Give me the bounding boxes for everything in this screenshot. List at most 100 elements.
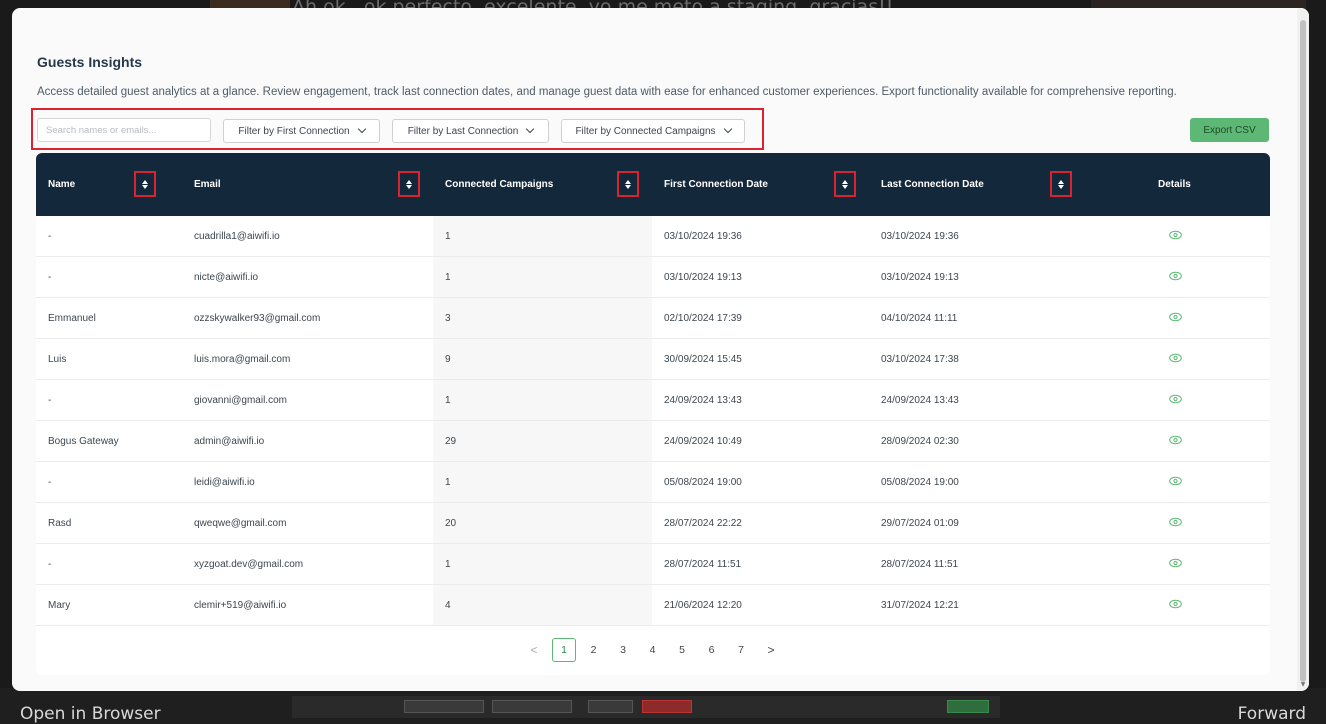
pagination-page-5[interactable]: 5 (670, 638, 694, 662)
cell-first-connection: 28/07/2024 11:51 (664, 559, 742, 570)
background-preview-strip (292, 696, 1000, 718)
export-csv-button[interactable]: Export CSV (1190, 118, 1269, 142)
pagination-page-3[interactable]: 3 (611, 638, 635, 662)
eye-icon[interactable] (1169, 312, 1182, 322)
eye-icon[interactable] (1169, 599, 1182, 609)
eye-icon[interactable] (1169, 230, 1182, 240)
pagination-page-1[interactable]: 1 (552, 638, 576, 662)
pagination-page-6[interactable]: 6 (700, 638, 724, 662)
background-chip (588, 700, 633, 713)
table-row: Rasd qweqwe@gmail.com 20 28/07/2024 22:22 29… (36, 503, 1270, 544)
open-in-browser-link[interactable]: Open in Browser (20, 704, 161, 724)
search-input[interactable] (37, 118, 211, 142)
cell-email: giovanni@gmail.com (194, 395, 287, 406)
column-header-first-connection[interactable]: First Connection Date (664, 179, 768, 190)
forward-link[interactable]: Forward (1238, 704, 1306, 724)
scrollbar-thumb[interactable] (1300, 20, 1306, 682)
cell-last-connection: 03/10/2024 17:38 (881, 354, 959, 365)
chevron-down-icon (723, 124, 732, 134)
cell-first-connection: 24/09/2024 13:43 (664, 395, 742, 406)
cell-name: - (48, 477, 52, 488)
cell-name: - (48, 559, 52, 570)
filter-first-connection-button[interactable]: Filter by First Connection (223, 119, 380, 143)
column-header-campaigns[interactable]: Connected Campaigns (445, 179, 553, 190)
cell-first-connection: 02/10/2024 17:39 (664, 313, 742, 324)
table-row: - xyzgoat.dev@gmail.com 1 28/07/2024 11:51 2… (36, 544, 1270, 585)
sort-last-connection-icon[interactable] (1050, 171, 1072, 197)
cell-campaigns: 29 (445, 436, 457, 447)
cell-last-connection: 28/07/2024 11:51 (881, 559, 959, 570)
cell-email: xyzgoat.dev@gmail.com (194, 559, 304, 570)
eye-icon[interactable] (1169, 394, 1182, 404)
page-title: Guests Insights (37, 54, 143, 70)
cell-campaigns: 20 (445, 518, 457, 529)
cell-email: clemir+519@aiwifi.io (194, 600, 287, 611)
cell-campaigns: 1 (445, 272, 451, 283)
pagination-next-button[interactable]: > (759, 638, 783, 662)
eye-icon[interactable] (1169, 476, 1182, 486)
filter-last-connection-label: Filter by Last Connection (407, 125, 519, 137)
modal-scrollbar[interactable]: ▼ (1297, 8, 1309, 691)
cell-name: Mary (48, 600, 71, 611)
cell-name: Bogus Gateway (48, 436, 119, 447)
cell-last-connection: 04/10/2024 11:11 (881, 313, 958, 324)
column-header-details: Details (1158, 179, 1191, 190)
cell-email: cuadrilla1@aiwifi.io (194, 231, 280, 242)
cell-last-connection: 29/07/2024 01:09 (881, 518, 959, 529)
filter-connected-campaigns-button[interactable]: Filter by Connected Campaigns (561, 119, 745, 143)
column-header-name[interactable]: Name (48, 179, 75, 190)
cell-last-connection: 03/10/2024 19:36 (881, 231, 959, 242)
cell-campaigns: 1 (445, 477, 451, 488)
eye-icon[interactable] (1169, 517, 1182, 527)
column-header-email[interactable]: Email (194, 179, 221, 190)
table-row: - nicte@aiwifi.io 1 03/10/2024 19:13 03/10/2… (36, 257, 1270, 298)
scroll-down-icon[interactable]: ▼ (1299, 681, 1307, 689)
cell-email: qweqwe@gmail.com (194, 518, 287, 529)
cell-name: - (48, 231, 52, 242)
cell-last-connection: 05/08/2024 19:00 (881, 477, 959, 488)
sort-campaigns-icon[interactable] (617, 171, 639, 197)
pagination-page-2[interactable]: 2 (582, 638, 606, 662)
table-row: Mary clemir+519@aiwifi.io 4 21/06/2024 12:2… (36, 585, 1270, 626)
cell-name: - (48, 395, 52, 406)
filter-first-connection-label: Filter by First Connection (238, 125, 350, 137)
sort-name-icon[interactable] (134, 171, 156, 197)
sort-email-icon[interactable] (398, 171, 420, 197)
cell-first-connection: 03/10/2024 19:13 (664, 272, 742, 283)
cell-last-connection: 31/07/2024 12:21 (881, 600, 959, 611)
cell-campaigns: 9 (445, 354, 451, 365)
eye-icon[interactable] (1169, 271, 1182, 281)
sort-first-connection-icon[interactable] (834, 171, 856, 197)
cell-email: luis.mora@gmail.com (194, 354, 291, 365)
table-row: Bogus Gateway admin@aiwifi.io 29 24/09/2024… (36, 421, 1270, 462)
cell-last-connection: 03/10/2024 19:13 (881, 272, 959, 283)
pagination-page-7[interactable]: 7 (729, 638, 753, 662)
chevron-down-icon (357, 124, 366, 134)
background-bottom-bar (0, 688, 1326, 724)
chevron-down-icon (526, 124, 535, 134)
pagination-page-4[interactable]: 4 (641, 638, 665, 662)
column-header-last-connection[interactable]: Last Connection Date (881, 179, 984, 190)
cell-name: Luis (48, 354, 67, 365)
filter-last-connection-button[interactable]: Filter by Last Connection (392, 119, 549, 143)
cell-campaigns: 4 (445, 600, 451, 611)
table-row: - giovanni@gmail.com 1 24/09/2024 13:43 24/0… (36, 380, 1270, 421)
cell-email: leidi@aiwifi.io (194, 477, 255, 488)
cell-campaigns: 3 (445, 313, 451, 324)
table-row: - leidi@aiwifi.io 1 05/08/2024 19:00 05/08/2… (36, 462, 1270, 503)
cell-first-connection: 03/10/2024 19:36 (664, 231, 742, 242)
eye-icon[interactable] (1169, 353, 1182, 363)
eye-icon[interactable] (1169, 435, 1182, 445)
cell-email: nicte@aiwifi.io (194, 272, 259, 283)
cell-name: - (48, 272, 52, 283)
cell-campaigns: 1 (445, 231, 451, 242)
eye-icon[interactable] (1169, 558, 1182, 568)
cell-last-connection: 24/09/2024 13:43 (881, 395, 959, 406)
table-row: - cuadrilla1@aiwifi.io 1 03/10/2024 19:36 03… (36, 216, 1270, 257)
pagination: < > 1234567 (36, 638, 1270, 662)
table-header: Name Email Connected Campaigns First Con… (36, 153, 1270, 216)
cell-campaigns: 1 (445, 559, 451, 570)
pagination-prev-button[interactable]: < (522, 638, 546, 662)
background-chip (404, 700, 484, 713)
cell-first-connection: 28/07/2024 22:22 (664, 518, 742, 529)
